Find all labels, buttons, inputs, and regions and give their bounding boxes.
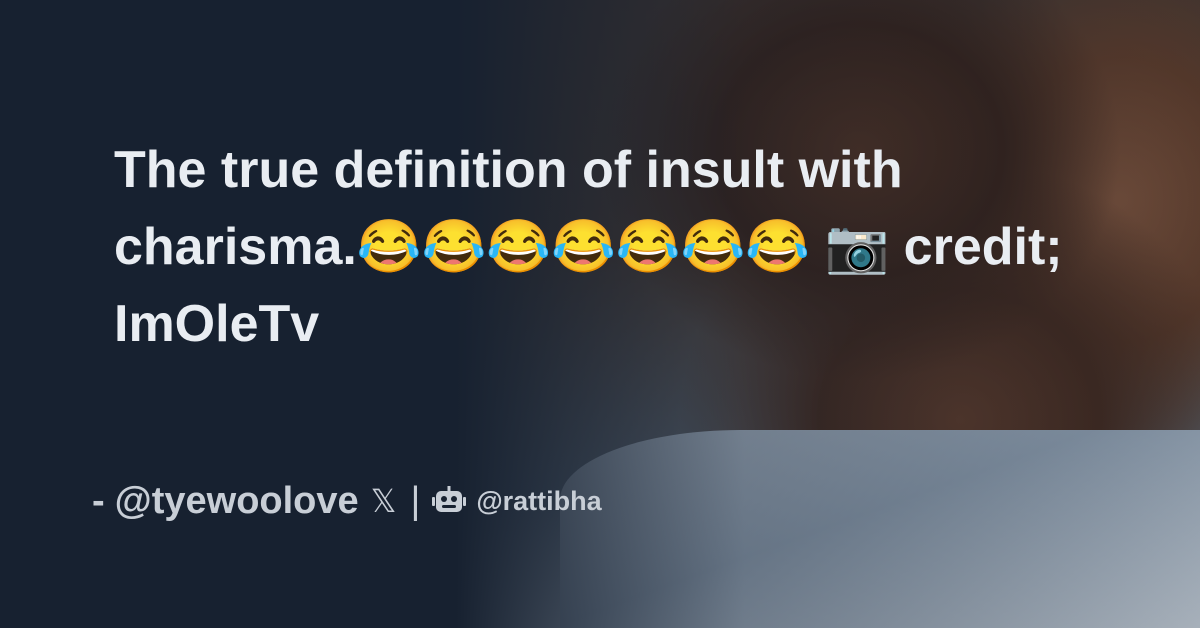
brand-handle[interactable]: @rattibha [476,486,601,517]
robot-icon [432,486,467,512]
share-card: The true definition of insult with chari… [0,0,1200,628]
attribution-dash: - [92,479,105,522]
x-logo-icon: 𝕏 [370,483,397,519]
attribution-footer: - @tyewoolove 𝕏 | @rattibha [92,476,602,526]
post-text: The true definition of insult with chari… [114,141,1063,353]
author-handle[interactable]: @tyewoolove [115,480,359,523]
footer-separator: | [410,479,421,522]
post-content: The true definition of insult with chari… [114,132,1094,363]
